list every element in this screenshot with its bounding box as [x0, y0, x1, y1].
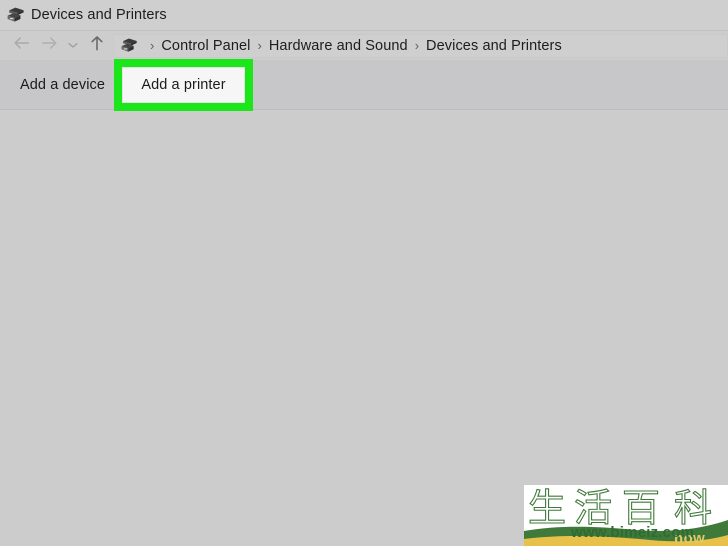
watermark-cjk-char: 生 — [528, 486, 566, 530]
title-bar: Devices and Printers — [0, 0, 728, 30]
watermark-url: www.bimeiz.com — [570, 524, 694, 541]
breadcrumb-separator: › — [150, 38, 155, 53]
breadcrumb-item-control-panel[interactable]: Control Panel — [161, 38, 250, 54]
up-arrow-icon — [89, 35, 105, 57]
breadcrumb[interactable]: › Control Panel › Hardware and Sound › D… — [113, 33, 728, 58]
add-a-printer-button[interactable]: Add a printer — [122, 67, 245, 103]
highlight-box-add-printer: Add a printer — [114, 59, 253, 111]
printer-icon — [120, 37, 139, 54]
back-button[interactable] — [8, 32, 35, 60]
breadcrumb-separator: › — [414, 38, 420, 53]
chevron-down-icon — [67, 37, 79, 55]
back-arrow-icon — [13, 36, 31, 55]
breadcrumb-separator: › — [257, 38, 262, 53]
forward-arrow-icon — [40, 36, 58, 55]
add-a-device-button[interactable]: Add a device — [12, 72, 113, 98]
breadcrumb-item-devices-and-printers[interactable]: Devices and Printers — [426, 38, 562, 54]
devices-and-printers-window: Devices and Printers › Control Panel › H… — [0, 0, 728, 546]
printer-icon — [6, 6, 26, 24]
watermark: 生 活 百 科 now www.bimeiz.com — [524, 485, 728, 546]
address-bar: › Control Panel › Hardware and Sound › D… — [0, 30, 728, 60]
devices-list-area — [0, 110, 728, 546]
up-button[interactable] — [83, 32, 111, 60]
forward-button[interactable] — [35, 32, 62, 60]
breadcrumb-item-hardware-and-sound[interactable]: Hardware and Sound — [269, 38, 408, 54]
recent-locations-button[interactable] — [62, 32, 83, 60]
window-title: Devices and Printers — [31, 7, 167, 23]
command-toolbar: Add a device — [0, 60, 728, 110]
